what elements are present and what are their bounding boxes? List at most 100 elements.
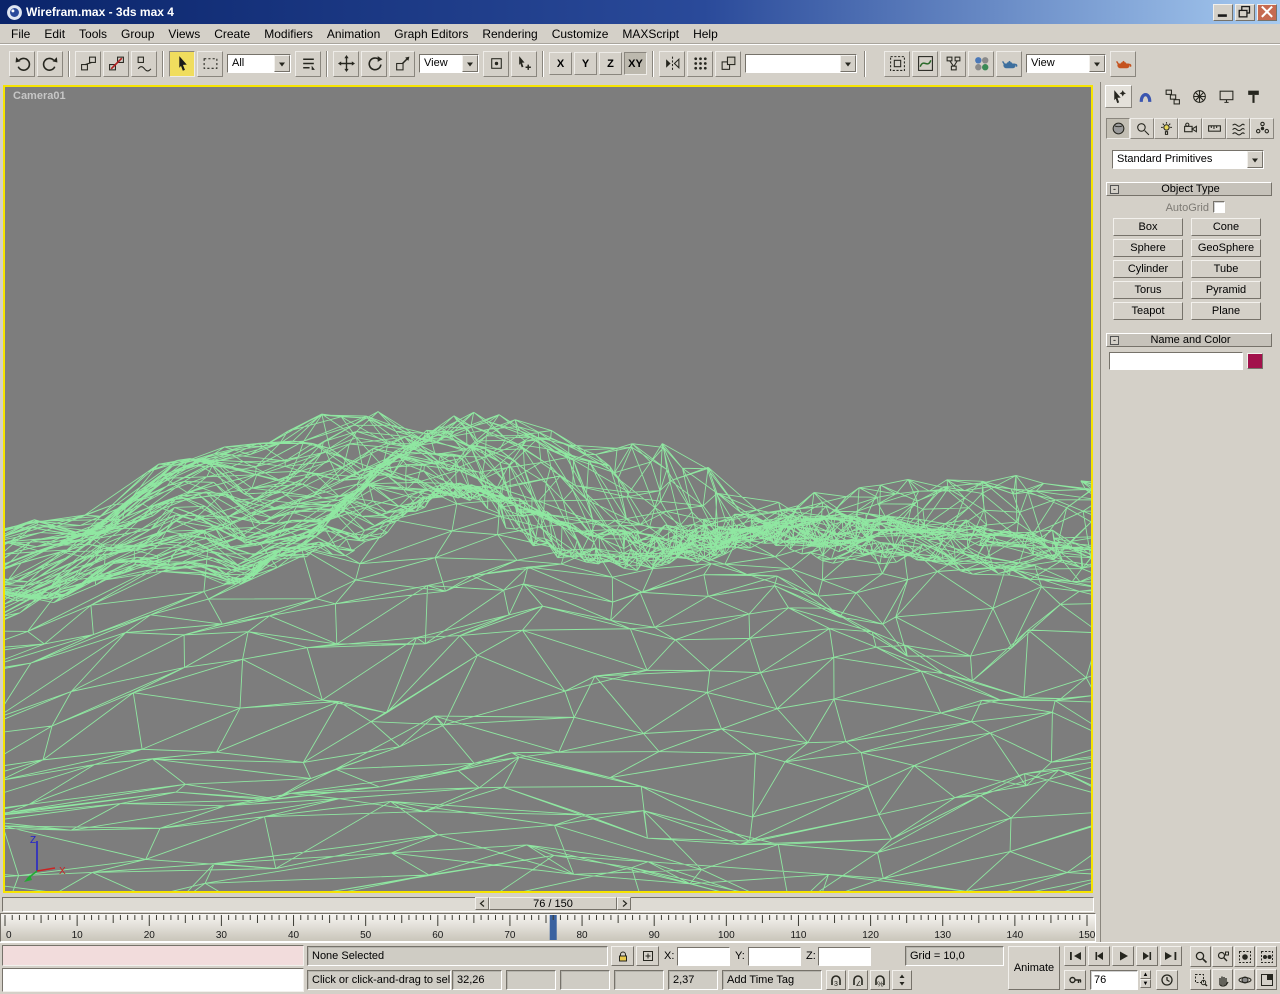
select-object-button[interactable] — [169, 50, 195, 77]
camera-viewport[interactable]: Camera01 Z X — [3, 85, 1093, 893]
go-to-end-button[interactable] — [1160, 946, 1182, 966]
tab-display[interactable] — [1213, 85, 1240, 108]
quick-render-button[interactable] — [1110, 50, 1136, 77]
subcat-lights[interactable] — [1154, 118, 1178, 139]
menu-item-create[interactable]: Create — [207, 25, 257, 43]
object-button-pyramid[interactable]: Pyramid — [1191, 281, 1261, 299]
named-selection-dropdown[interactable] — [745, 54, 857, 73]
align-button[interactable] — [715, 50, 741, 77]
selection-region-button[interactable] — [197, 50, 223, 77]
unlink-button[interactable] — [103, 50, 129, 77]
spinner-snap-button[interactable] — [892, 970, 912, 990]
bind-spacewarp-button[interactable] — [131, 50, 157, 77]
tab-hierarchy[interactable] — [1159, 85, 1186, 108]
tab-motion[interactable] — [1186, 85, 1213, 108]
track-bar[interactable]: 0 10 20 30 40 50 60 70 80 90 100 110 120 130 140 150 — [0, 913, 1096, 942]
menu-item-file[interactable]: File — [4, 25, 37, 43]
menu-item-group[interactable]: Group — [114, 25, 161, 43]
object-button-cylinder[interactable]: Cylinder — [1113, 260, 1183, 278]
zoom-extents-all-button[interactable] — [1256, 946, 1277, 967]
track-view-button[interactable] — [912, 50, 938, 77]
restrict-xy-button[interactable]: XY — [624, 52, 647, 75]
menu-item-maxscript[interactable]: MAXScript — [615, 25, 686, 43]
object-button-cone[interactable]: Cone — [1191, 218, 1261, 236]
coord-x-input[interactable] — [677, 947, 730, 966]
object-button-teapot[interactable]: Teapot — [1113, 302, 1183, 320]
render-scene-button[interactable] — [996, 50, 1022, 77]
rollout-name-and-color[interactable]: - Name and Color — [1106, 333, 1272, 347]
mirror-button[interactable] — [659, 50, 685, 77]
scale-button[interactable] — [389, 50, 415, 77]
tab-modify[interactable] — [1132, 85, 1159, 108]
next-frame-arrow[interactable] — [617, 897, 631, 910]
chevron-down-icon[interactable] — [274, 55, 290, 72]
absolute-mode-button[interactable] — [636, 946, 659, 966]
menu-item-graph-editors[interactable]: Graph Editors — [387, 25, 475, 43]
frame-spinner[interactable]: ▲ ▼ — [1140, 970, 1151, 988]
menu-item-customize[interactable]: Customize — [545, 25, 616, 43]
close-button[interactable] — [1257, 3, 1277, 21]
play-button[interactable] — [1112, 946, 1134, 966]
key-mode-button[interactable] — [1064, 970, 1086, 990]
select-manipulate-button[interactable] — [511, 50, 537, 77]
undo-button[interactable] — [9, 50, 35, 77]
object-button-tube[interactable]: Tube — [1191, 260, 1261, 278]
schematic-view-button[interactable] — [940, 50, 966, 77]
next-frame-button[interactable] — [1136, 946, 1158, 966]
add-time-tag[interactable]: Add Time Tag — [722, 970, 822, 990]
collapse-icon[interactable]: - — [1110, 184, 1119, 194]
coord-z-input[interactable] — [818, 947, 871, 966]
use-center-button[interactable] — [483, 50, 509, 77]
object-button-box[interactable]: Box — [1113, 218, 1183, 236]
redo-button[interactable] — [37, 50, 63, 77]
minimize-button[interactable] — [1213, 3, 1233, 21]
object-button-plane[interactable]: Plane — [1191, 302, 1261, 320]
select-link-button[interactable] — [75, 50, 101, 77]
rollout-object-type[interactable]: - Object Type — [1106, 182, 1272, 196]
material-editor-button[interactable] — [968, 50, 994, 77]
chevron-down-icon[interactable] — [840, 55, 856, 72]
spinner-down-icon[interactable]: ▼ — [1140, 979, 1151, 988]
zoom-button[interactable] — [1190, 946, 1211, 967]
restore-button[interactable] — [1235, 3, 1255, 21]
render-type-dropdown[interactable]: View — [1026, 54, 1106, 73]
zoom-all-button[interactable] — [1212, 946, 1233, 967]
restrict-y-button[interactable]: Y — [574, 52, 597, 75]
percent-snap-button[interactable]: % — [870, 970, 890, 990]
move-button[interactable] — [333, 50, 359, 77]
time-slider-block[interactable]: 76 / 150 — [475, 897, 631, 911]
restrict-x-button[interactable]: X — [549, 52, 572, 75]
menu-item-views[interactable]: Views — [161, 25, 207, 43]
autogrid-checkbox[interactable] — [1213, 201, 1225, 213]
menu-item-rendering[interactable]: Rendering — [475, 25, 544, 43]
subcat-helpers[interactable] — [1202, 118, 1226, 139]
chevron-down-icon[interactable] — [1089, 55, 1105, 72]
selection-lock-button[interactable] — [611, 946, 634, 966]
coord-y-input[interactable] — [748, 947, 801, 966]
object-button-sphere[interactable]: Sphere — [1113, 239, 1183, 257]
previous-frame-arrow[interactable] — [475, 897, 489, 910]
reference-coord-dropdown[interactable]: View — [419, 54, 479, 73]
pan-button[interactable] — [1212, 969, 1233, 990]
maxscript-mini-listener-pink[interactable] — [2, 945, 304, 966]
collapse-icon[interactable]: - — [1110, 335, 1119, 345]
menu-item-edit[interactable]: Edit — [37, 25, 72, 43]
tab-create[interactable] — [1105, 85, 1132, 108]
subcat-cameras[interactable] — [1178, 118, 1202, 139]
subcat-space-warps[interactable] — [1226, 118, 1250, 139]
viewport-label[interactable]: Camera01 — [13, 90, 66, 102]
primitive-category-dropdown[interactable]: Standard Primitives — [1112, 150, 1264, 169]
spinner-up-icon[interactable]: ▲ — [1140, 970, 1151, 979]
min-max-toggle-button[interactable] — [1256, 969, 1277, 990]
previous-frame-button[interactable] — [1088, 946, 1110, 966]
current-frame-input[interactable] — [1090, 970, 1138, 990]
rotate-button[interactable] — [361, 50, 387, 77]
tab-utilities[interactable] — [1240, 85, 1267, 108]
selection-filter-dropdown[interactable]: All — [227, 54, 291, 73]
array-button[interactable] — [687, 50, 713, 77]
time-slider-handle[interactable]: 76 / 150 — [489, 897, 617, 910]
chevron-down-icon[interactable] — [462, 55, 478, 72]
menu-item-animation[interactable]: Animation — [320, 25, 387, 43]
subcat-systems[interactable] — [1250, 118, 1274, 139]
object-button-torus[interactable]: Torus — [1113, 281, 1183, 299]
